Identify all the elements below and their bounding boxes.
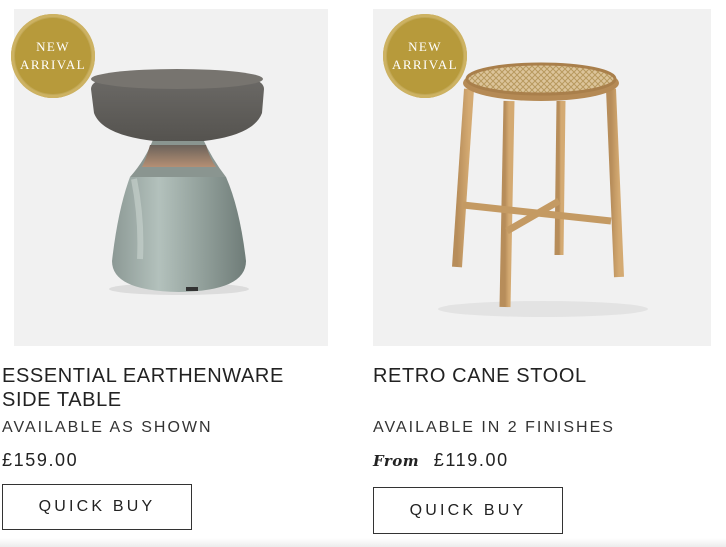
product-availability: AVAILABLE AS SHOWN (2, 419, 213, 436)
product-title[interactable]: RETRO CANE STOOL (373, 364, 713, 388)
badge-line-new: NEW (36, 39, 70, 54)
product-price-row: £159.00 (2, 450, 78, 471)
badge-line-arrival: ARRIVAL (392, 57, 458, 72)
bottom-edge-shadow (0, 538, 726, 547)
new-arrival-badge: NEW ARRIVAL (383, 14, 467, 98)
product-price: £159.00 (2, 450, 79, 470)
quick-buy-button[interactable]: QUICK BUY (2, 484, 192, 530)
badge-line-new: NEW (408, 39, 442, 54)
product-price: £119.00 (433, 450, 509, 470)
quick-buy-button[interactable]: QUICK BUY (373, 487, 563, 534)
price-prefix-from: From (373, 452, 420, 470)
badge-line-arrival: ARRIVAL (20, 57, 86, 72)
product-price-row: From £119.00 (373, 450, 509, 471)
product-availability: AVAILABLE IN 2 FINISHES (373, 419, 615, 436)
product-title[interactable]: ESSENTIAL EARTHENWARE SIDE TABLE (2, 364, 337, 412)
new-arrival-badge: NEW ARRIVAL (11, 14, 95, 98)
